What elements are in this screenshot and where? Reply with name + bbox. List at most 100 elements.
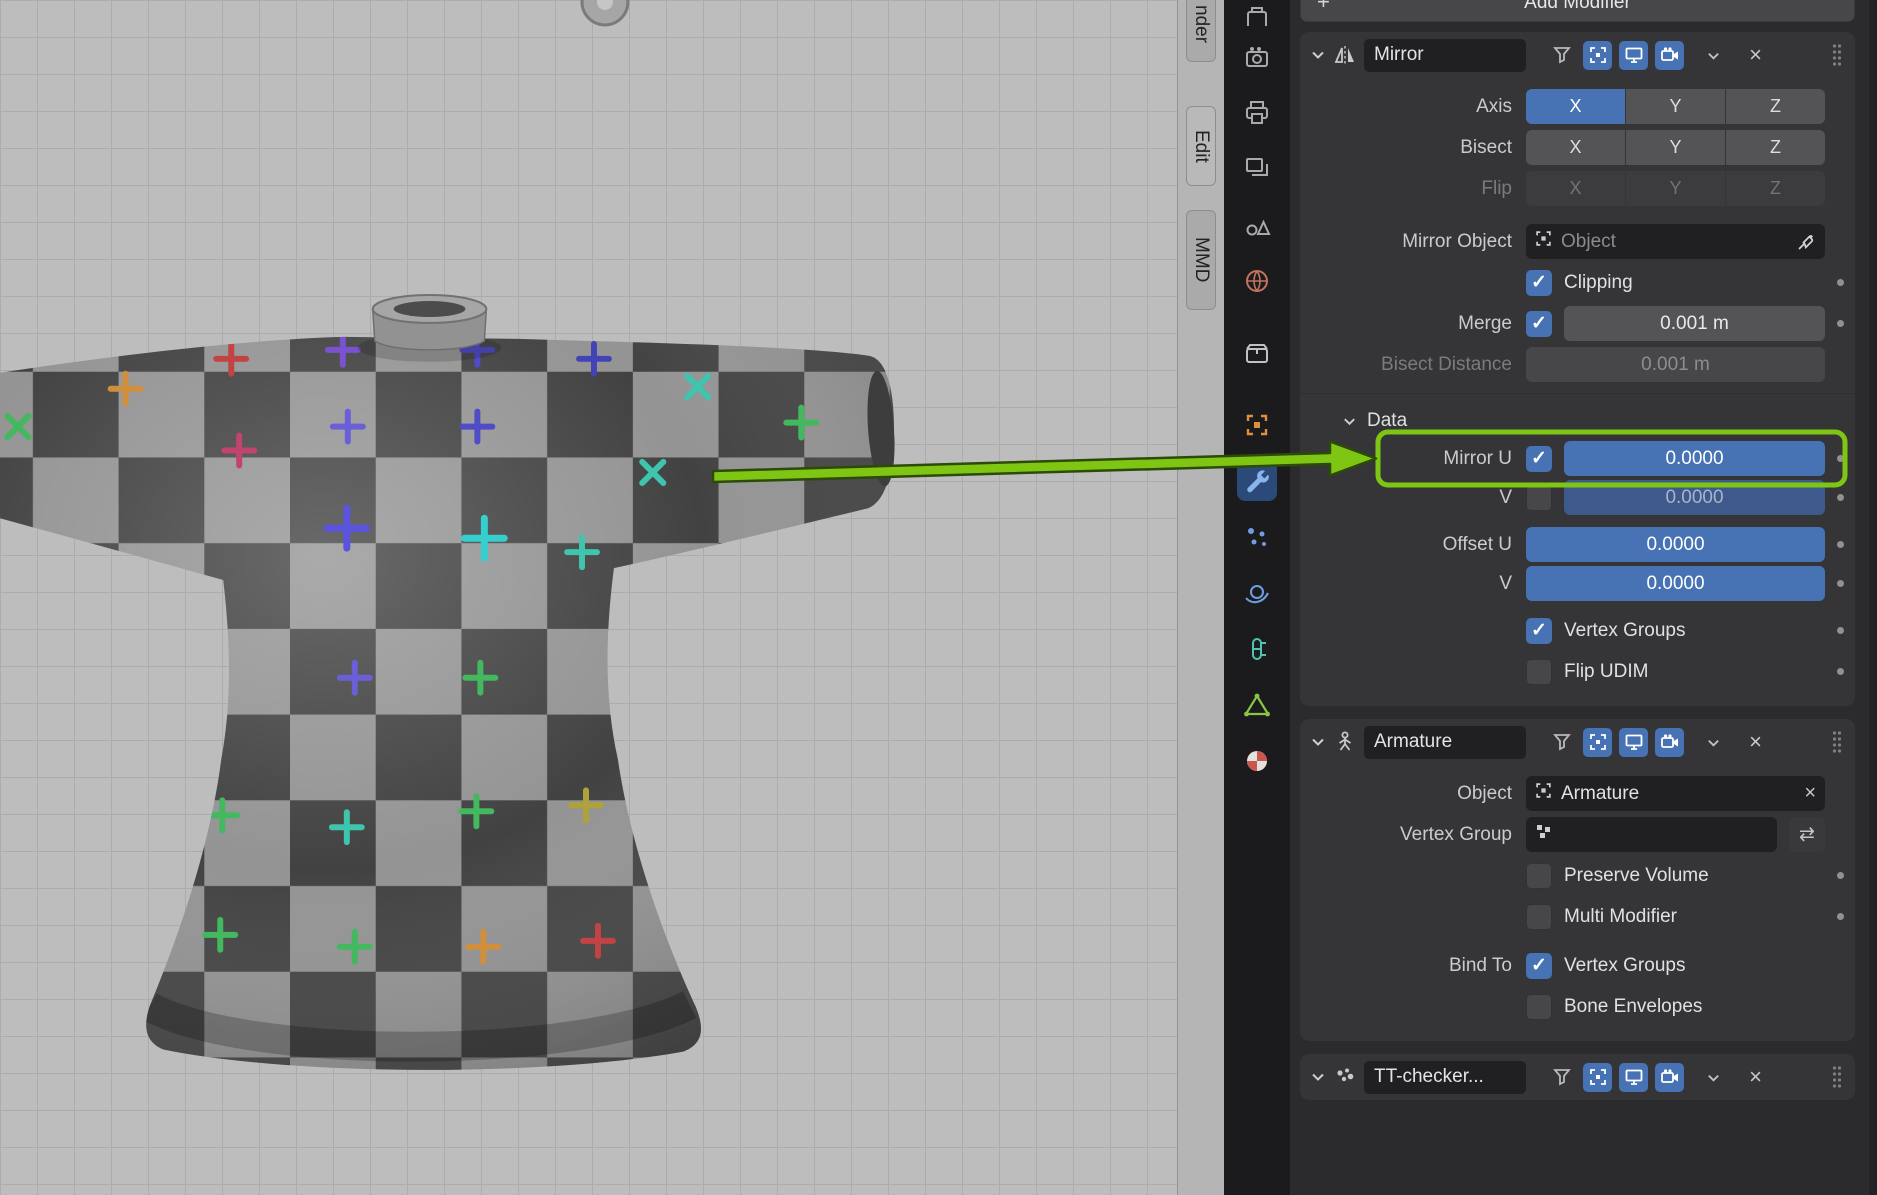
mirror-u-slider[interactable]: 0.0000 — [1564, 441, 1825, 476]
tab-viewlayer-properties[interactable] — [1224, 144, 1290, 194]
drag-handle-icon[interactable] — [1831, 729, 1843, 755]
clipping-checkbox[interactable] — [1526, 270, 1552, 296]
tab-physics-properties[interactable] — [1224, 568, 1290, 618]
mirror-v-checkbox[interactable] — [1526, 485, 1552, 511]
drag-handle-icon[interactable] — [1831, 42, 1843, 68]
mirror-u-row: Mirror U 0.0000 — [1300, 440, 1855, 477]
vertex-groups-checkbox[interactable] — [1526, 618, 1552, 644]
drag-handle-icon[interactable] — [1831, 1064, 1843, 1090]
animate-dot[interactable] — [1837, 580, 1844, 587]
collapse-chevron-icon[interactable] — [1310, 1069, 1326, 1085]
bisect-row: Bisect X Y Z — [1300, 129, 1855, 166]
clear-object-icon[interactable] — [1804, 782, 1816, 805]
edit-mode-display-button[interactable] — [1583, 41, 1612, 70]
tab-object-properties[interactable] — [1224, 400, 1290, 450]
animate-dot[interactable] — [1837, 494, 1844, 501]
tab-particle-properties[interactable] — [1224, 512, 1290, 562]
edit-mode-display-button[interactable] — [1583, 1063, 1612, 1092]
axis-z-button[interactable]: Z — [1726, 89, 1825, 124]
axis-toggle-group: X Y Z — [1526, 89, 1825, 124]
armature-name-field[interactable]: Armature — [1364, 726, 1526, 759]
realtime-display-button[interactable] — [1619, 41, 1648, 70]
mirror-name-field[interactable]: Mirror — [1364, 39, 1526, 72]
delete-modifier-button[interactable] — [1741, 728, 1770, 757]
mirror-u-checkbox[interactable] — [1526, 446, 1552, 472]
realtime-display-button[interactable] — [1619, 728, 1648, 757]
armature-object-field[interactable]: Armature — [1526, 776, 1825, 811]
delete-modifier-button[interactable] — [1741, 1063, 1770, 1092]
tab-collection-properties[interactable] — [1224, 328, 1290, 378]
vertex-group-field[interactable] — [1526, 817, 1777, 852]
animate-dot[interactable] — [1837, 872, 1844, 879]
merge-checkbox[interactable] — [1526, 311, 1552, 337]
bisect-x-button[interactable]: X — [1526, 130, 1625, 165]
render-display-button[interactable] — [1655, 1063, 1684, 1092]
animate-dot[interactable] — [1837, 668, 1844, 675]
axis-y-button[interactable]: Y — [1626, 89, 1725, 124]
flip-y-button: Y — [1626, 171, 1725, 206]
collapse-chevron-icon[interactable] — [1310, 47, 1326, 63]
bisect-z-button[interactable]: Z — [1726, 130, 1825, 165]
vertex-group-label: Vertex Group — [1300, 824, 1526, 846]
properties-tab-column — [1224, 0, 1290, 1195]
modifier-extras-chevron-icon[interactable] — [1699, 1063, 1728, 1092]
multi-modifier-checkbox[interactable] — [1526, 904, 1552, 930]
modifier-extras-chevron-icon[interactable] — [1699, 41, 1728, 70]
bind-vertex-groups-checkbox[interactable] — [1526, 953, 1552, 979]
tab-output-properties[interactable] — [1224, 88, 1290, 138]
modifier-extras-chevron-icon[interactable] — [1699, 728, 1728, 757]
bisect-distance-slider: 0.001 m — [1526, 347, 1825, 382]
tt-checker-name-field[interactable]: TT-checker... — [1364, 1061, 1526, 1094]
preserve-volume-row: Preserve Volume — [1300, 857, 1855, 894]
tab-material-properties[interactable] — [1224, 736, 1290, 786]
show-on-cage-button[interactable] — [1547, 41, 1576, 70]
eyedropper-icon[interactable] — [1797, 232, 1816, 251]
render-display-button[interactable] — [1655, 728, 1684, 757]
collapse-chevron-icon[interactable] — [1310, 734, 1326, 750]
tab-scene-properties[interactable] — [1224, 200, 1290, 250]
bone-envelopes-checkbox[interactable] — [1526, 994, 1552, 1020]
animate-dot[interactable] — [1837, 320, 1844, 327]
tt-checker-panel-header: TT-checker... — [1300, 1054, 1855, 1100]
bisect-y-button[interactable]: Y — [1626, 130, 1725, 165]
mirror-object-row: Mirror Object Object — [1300, 223, 1855, 260]
animate-dot[interactable] — [1837, 913, 1844, 920]
3d-viewport[interactable] — [0, 0, 1177, 1195]
tt-checker-modifier-icon — [1333, 1065, 1357, 1089]
sidebar-tab-render[interactable]: nder — [1186, 0, 1216, 62]
flip-udim-checkbox[interactable] — [1526, 659, 1552, 685]
tab-tool-properties[interactable] — [1224, 0, 1290, 26]
render-display-button[interactable] — [1655, 41, 1684, 70]
bind-vertex-groups-row: Bind To Vertex Groups — [1300, 947, 1855, 984]
animate-dot[interactable] — [1837, 627, 1844, 634]
tt-checker-modifier-panel: TT-checker... — [1300, 1054, 1855, 1100]
add-modifier-button[interactable]: Add Modifier — [1300, 0, 1855, 22]
bone-envelopes-label: Bone Envelopes — [1564, 996, 1702, 1018]
sidebar-tab-edit[interactable]: Edit — [1186, 106, 1216, 186]
preserve-volume-checkbox[interactable] — [1526, 863, 1552, 889]
tab-world-properties[interactable] — [1224, 256, 1290, 306]
tab-modifier-properties[interactable] — [1224, 456, 1290, 506]
armature-modifier-panel: Armature Object — [1300, 719, 1855, 1041]
realtime-display-button[interactable] — [1619, 1063, 1648, 1092]
mirror-object-field[interactable]: Object — [1526, 224, 1825, 259]
data-subpanel-header[interactable]: Data — [1300, 393, 1855, 438]
delete-modifier-button[interactable] — [1741, 41, 1770, 70]
animate-dot[interactable] — [1837, 541, 1844, 548]
axis-row: Axis X Y Z — [1300, 88, 1855, 125]
show-on-cage-button[interactable] — [1547, 728, 1576, 757]
animate-dot[interactable] — [1837, 279, 1844, 286]
add-modifier-clip: Add Modifier — [1300, 0, 1855, 22]
edit-mode-display-button[interactable] — [1583, 728, 1612, 757]
show-on-cage-button[interactable] — [1547, 1063, 1576, 1092]
animate-dot[interactable] — [1837, 455, 1844, 462]
axis-x-button[interactable]: X — [1526, 89, 1625, 124]
offset-v-slider[interactable]: 0.0000 — [1526, 566, 1825, 601]
merge-threshold-slider[interactable]: 0.001 m — [1564, 306, 1825, 341]
tab-data-properties[interactable] — [1224, 680, 1290, 730]
sidebar-tab-mmd[interactable]: MMD — [1186, 210, 1216, 310]
offset-u-slider[interactable]: 0.0000 — [1526, 527, 1825, 562]
invert-vertex-group-button[interactable] — [1789, 817, 1825, 852]
tab-render-properties[interactable] — [1224, 32, 1290, 82]
tab-constraint-properties[interactable] — [1224, 624, 1290, 674]
